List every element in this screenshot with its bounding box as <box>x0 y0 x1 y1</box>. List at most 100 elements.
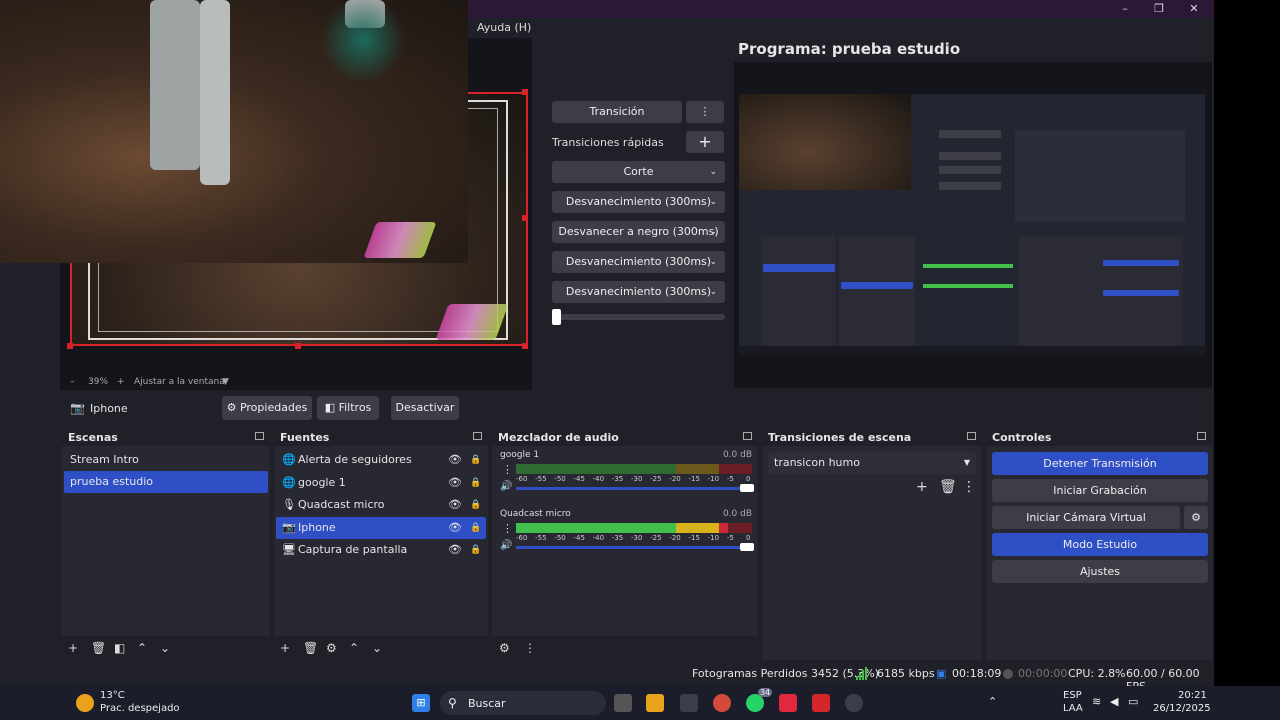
undock-icon[interactable] <box>967 432 976 440</box>
fit-chevron-icon[interactable]: ▼ <box>222 377 229 387</box>
settings-button[interactable]: Ajustes <box>992 560 1208 583</box>
remove-source-icon[interactable]: 🗑 <box>303 641 318 655</box>
remove-scene-icon[interactable]: 🗑 <box>91 641 106 655</box>
t-bar[interactable] <box>552 309 725 325</box>
quick-transition-button[interactable]: Desvanecer a negro (300ms) ⌄ <box>552 221 725 243</box>
properties-button[interactable]: ⚙ Propiedades <box>222 396 312 420</box>
source-item[interactable]: 🖥 Captura de pantalla 👁 🔒 <box>276 539 486 561</box>
volume-slider[interactable] <box>516 484 754 492</box>
lock-icon[interactable]: 🔒 <box>470 539 481 561</box>
lock-icon[interactable]: 🔒 <box>470 449 481 471</box>
move-up-icon[interactable]: ⌃ <box>349 641 359 655</box>
task-view-icon[interactable] <box>614 694 632 712</box>
volume-icon[interactable]: ◀ <box>1110 695 1118 708</box>
eye-icon[interactable]: 👁 <box>448 494 462 516</box>
store-icon[interactable] <box>680 694 698 712</box>
move-down-icon[interactable]: ⌄ <box>160 641 170 655</box>
add-scene-icon[interactable]: + <box>68 641 78 655</box>
quick-transition-button[interactable]: Corte ⌄ <box>552 161 725 183</box>
minimize-button[interactable]: – <box>1108 0 1142 18</box>
undock-icon[interactable] <box>473 432 482 440</box>
eye-icon[interactable]: 👁 <box>448 472 462 494</box>
advanced-audio-icon[interactable]: ⚙ <box>499 641 510 655</box>
stop-stream-button[interactable]: Detener Transmisión <box>992 452 1208 475</box>
weather-icon[interactable] <box>76 694 94 712</box>
volume-handle[interactable] <box>740 484 754 492</box>
lock-icon[interactable]: 🔒 <box>470 472 481 494</box>
source-properties-icon[interactable]: ⚙ <box>326 641 337 655</box>
obs-icon[interactable] <box>845 694 863 712</box>
undock-icon[interactable] <box>255 432 264 440</box>
add-transition-icon[interactable]: + <box>916 480 928 494</box>
eye-icon[interactable]: 👁 <box>448 517 462 539</box>
transition-more-icon[interactable]: ⋮ <box>686 101 724 123</box>
transition-menu-icon[interactable]: ⋮ <box>962 480 976 494</box>
volume-handle[interactable] <box>740 543 754 551</box>
start-recording-button[interactable]: Iniciar Grabación <box>992 479 1208 502</box>
language-bottom[interactable]: LAA <box>1063 703 1083 714</box>
resize-handle[interactable] <box>295 343 301 349</box>
transition-select[interactable]: transicon humo ▼ <box>768 452 976 474</box>
scene-item[interactable]: Stream Intro <box>64 449 268 471</box>
battery-icon[interactable]: ▭ <box>1128 695 1138 708</box>
speaker-icon[interactable]: 🔊 <box>500 481 512 492</box>
volume-slider[interactable] <box>516 543 754 551</box>
search-box[interactable]: ⚲ Buscar <box>440 691 606 715</box>
eye-icon[interactable]: 👁 <box>448 539 462 561</box>
red-app-icon[interactable] <box>812 694 830 712</box>
start-icon[interactable]: ⊞ <box>412 694 430 712</box>
resize-handle[interactable] <box>522 89 528 95</box>
filters-button[interactable]: ◧ Filtros <box>317 396 379 420</box>
clock-date[interactable]: 26/12/2025 <box>1153 703 1211 714</box>
deactivate-button[interactable]: Desactivar <box>391 396 459 420</box>
resize-handle[interactable] <box>67 343 73 349</box>
wifi-icon[interactable]: ≋ <box>1092 695 1101 708</box>
menu-help[interactable]: Ayuda (H) <box>477 21 531 34</box>
music-icon[interactable] <box>779 694 797 712</box>
maximize-button[interactable]: ❐ <box>1142 0 1176 18</box>
move-down-icon[interactable]: ⌄ <box>372 641 382 655</box>
file-explorer-icon[interactable] <box>646 694 664 712</box>
studio-mode-button[interactable]: Modo Estudio <box>992 533 1208 556</box>
fit-window-label[interactable]: Ajustar a la ventana <box>134 377 225 387</box>
resize-handle[interactable] <box>522 343 528 349</box>
mixer-menu-icon[interactable]: ⋮ <box>524 641 536 655</box>
scene-filters-icon[interactable]: ◧ <box>114 641 125 655</box>
clock-time[interactable]: 20:21 <box>1178 690 1207 701</box>
move-up-icon[interactable]: ⌃ <box>137 641 147 655</box>
chevron-up-icon[interactable]: ⌃ <box>988 695 997 708</box>
zoom-in-button[interactable]: + <box>117 377 125 387</box>
channel-menu-icon[interactable]: ⋮ <box>502 463 513 476</box>
lock-icon[interactable]: 🔒 <box>470 517 481 539</box>
chevron-down-icon: ⌄ <box>709 167 717 177</box>
channel-menu-icon[interactable]: ⋮ <box>502 522 513 535</box>
source-item[interactable]: 📷 Iphone 👁 🔒 <box>276 516 486 539</box>
virtual-camera-settings-icon[interactable]: ⚙ <box>1184 506 1208 529</box>
zoom-out-button[interactable]: – <box>70 377 75 387</box>
resize-handle[interactable] <box>522 215 528 221</box>
source-item[interactable]: 🎙 Quadcast micro 👁 🔒 <box>276 494 486 516</box>
undock-icon[interactable] <box>743 432 752 440</box>
add-quick-transition-button[interactable]: + <box>686 131 724 153</box>
close-button[interactable]: ✕ <box>1177 0 1211 18</box>
source-item[interactable]: 🌐 google 1 👁 🔒 <box>276 472 486 494</box>
language-top[interactable]: ESP <box>1063 690 1082 701</box>
quick-transition-button[interactable]: Desvanecimiento (300ms) ⌄ <box>552 281 725 303</box>
chrome-icon[interactable] <box>713 694 731 712</box>
quick-transition-button[interactable]: Desvanecimiento (300ms) ⌄ <box>552 191 725 213</box>
quick-transition-button[interactable]: Desvanecimiento (300ms) ⌄ <box>552 251 725 273</box>
transition-button[interactable]: Transición <box>552 101 682 123</box>
scene-item[interactable]: prueba estudio <box>64 471 268 493</box>
source-item[interactable]: 🌐 Alerta de seguidores 👁 🔒 <box>276 449 486 471</box>
start-virtual-camera-button[interactable]: Iniciar Cámara Virtual <box>992 506 1180 529</box>
t-bar-handle[interactable] <box>552 309 561 325</box>
meter-red-zone <box>718 464 752 474</box>
weather-temp[interactable]: 13°C <box>100 690 125 701</box>
add-source-icon[interactable]: + <box>280 641 290 655</box>
remove-transition-icon[interactable]: 🗑 <box>939 480 957 494</box>
speaker-icon[interactable]: 🔊 <box>500 540 512 551</box>
lock-icon[interactable]: 🔒 <box>470 494 481 516</box>
eye-icon[interactable]: 👁 <box>448 449 462 471</box>
weather-description[interactable]: Prac. despejado <box>100 703 180 714</box>
undock-icon[interactable] <box>1197 432 1206 440</box>
